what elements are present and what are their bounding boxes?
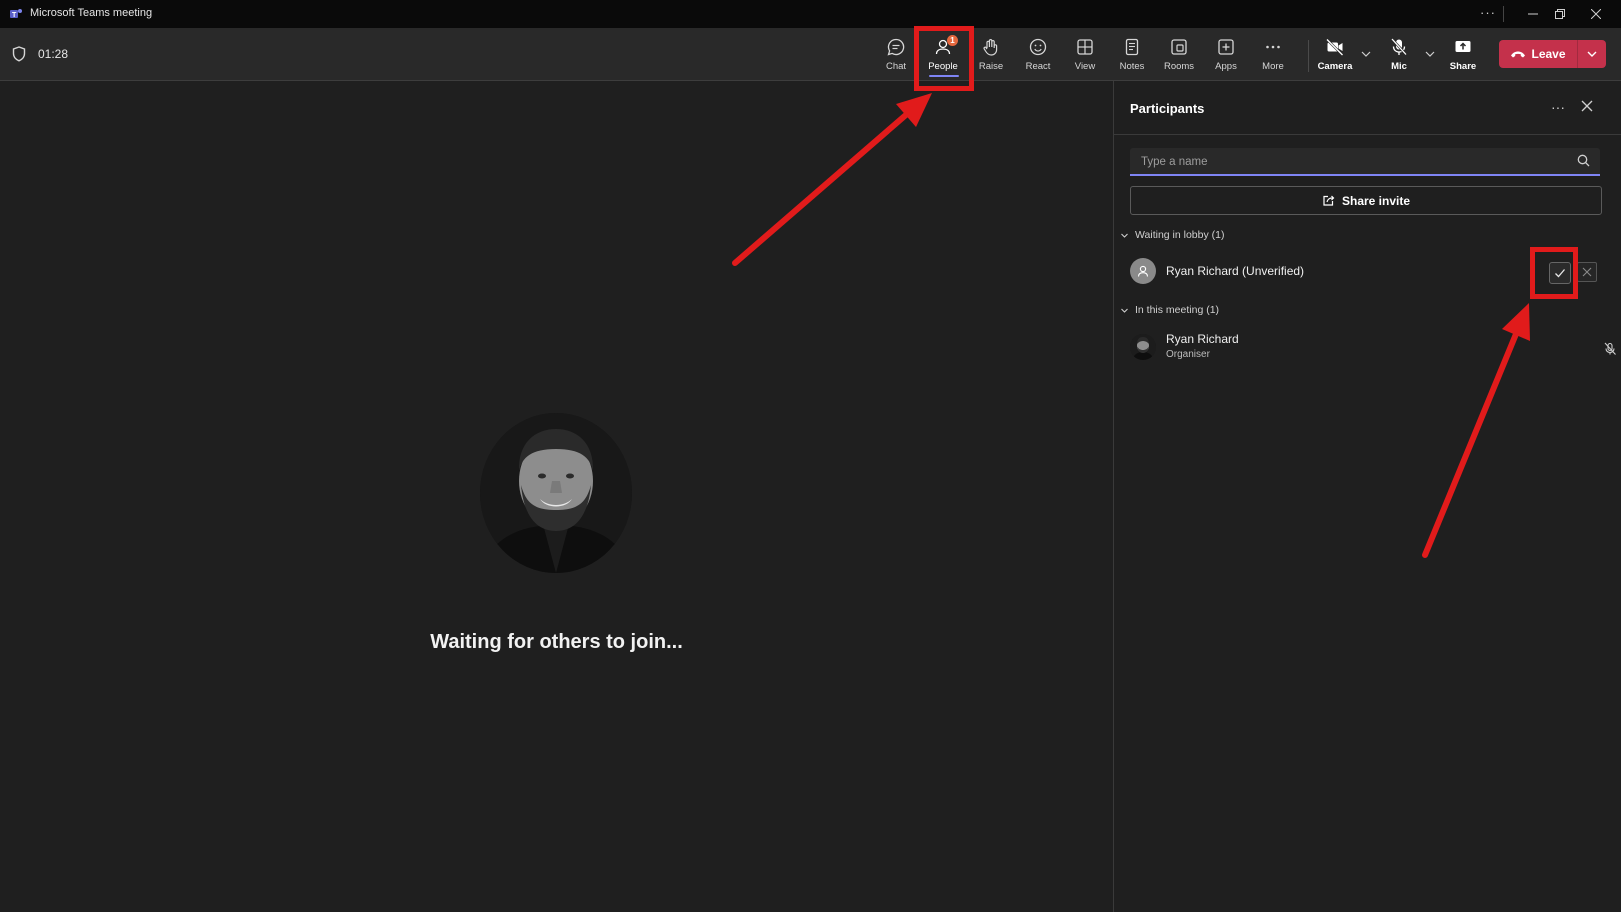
chat-label: Chat <box>885 61 907 72</box>
leave-button-group: Leave <box>1499 40 1606 68</box>
checkmark-icon <box>1555 269 1565 278</box>
view-grid-icon <box>1077 39 1093 55</box>
meeting-stage: Waiting for others to join... <box>0 81 1113 912</box>
restore-button[interactable] <box>1550 4 1570 24</box>
raise-label: Raise <box>978 61 1004 72</box>
window-titlebar: T Microsoft Teams meeting ··· <box>0 0 1621 28</box>
apps-icon <box>1218 39 1234 55</box>
share-label: Share <box>1449 61 1477 72</box>
meeting-participant-role: Organiser <box>1166 349 1210 360</box>
view-label: View <box>1074 61 1096 72</box>
rooms-icon <box>1171 39 1187 55</box>
restore-icon <box>1555 9 1565 19</box>
titlebar-divider <box>1503 6 1504 22</box>
panel-title: Participants <box>1130 101 1205 116</box>
raise-hand-icon <box>983 39 998 56</box>
teams-logo-icon: T <box>10 9 22 19</box>
window-title: Microsoft Teams meeting <box>30 7 153 19</box>
person-photo-icon <box>480 413 632 573</box>
people-active-indicator <box>929 75 959 77</box>
chevron-down-icon <box>1121 308 1128 313</box>
deny-button[interactable] <box>1577 262 1597 282</box>
shield-icon <box>12 46 26 62</box>
close-icon <box>1591 9 1601 19</box>
share-invite-button[interactable]: Share invite <box>1130 186 1602 215</box>
in-meeting-section-label: In this meeting (1) <box>1135 304 1220 316</box>
rooms-label: Rooms <box>1163 61 1195 72</box>
search-input[interactable] <box>1139 151 1563 173</box>
meeting-participant-row[interactable]: Ryan Richard Organiser <box>1130 332 1616 372</box>
mic-button[interactable]: Mic <box>1377 34 1421 76</box>
leave-label: Leave <box>1531 47 1566 61</box>
mic-options-chevron-icon[interactable] <box>1424 48 1436 60</box>
share-link-icon <box>1323 195 1335 206</box>
mic-off-icon <box>1604 342 1616 355</box>
person-placeholder-icon <box>1137 265 1149 277</box>
window-more-icon[interactable]: ··· <box>1480 5 1496 20</box>
more-button[interactable]: More <box>1251 34 1295 76</box>
meeting-toolbar: 01:28 Chat 1 People Raise React View Not… <box>0 28 1621 81</box>
chevron-down-icon <box>1587 51 1597 57</box>
camera-options-chevron-icon[interactable] <box>1360 48 1372 60</box>
participants-panel: Participants ··· Share invite Waiting in… <box>1113 81 1621 912</box>
lobby-section-label: Waiting in lobby (1) <box>1135 229 1225 241</box>
more-label: More <box>1262 61 1284 72</box>
mic-off-icon <box>1391 38 1407 56</box>
participant-search <box>1130 148 1600 176</box>
camera-button[interactable]: Camera <box>1313 34 1357 76</box>
chat-button[interactable]: Chat <box>874 34 918 76</box>
apps-button[interactable]: Apps <box>1204 34 1248 76</box>
react-label: React <box>1025 61 1051 72</box>
react-emoji-icon <box>1029 38 1047 56</box>
waiting-message: Waiting for others to join... <box>430 631 683 653</box>
more-icon <box>1266 45 1280 49</box>
share-tray-icon <box>1455 41 1471 52</box>
panel-header-divider <box>1114 134 1621 135</box>
leave-button[interactable]: Leave <box>1499 40 1577 68</box>
raise-hand-button[interactable]: Raise <box>969 34 1013 76</box>
admit-button[interactable] <box>1549 262 1571 284</box>
chevron-down-icon <box>1121 233 1128 238</box>
search-icon <box>1577 154 1590 167</box>
notes-label: Notes <box>1119 61 1145 72</box>
notes-icon <box>1125 38 1139 56</box>
share-invite-label: Share invite <box>1341 193 1411 208</box>
phone-hangup-icon <box>1511 51 1526 58</box>
panel-close-icon[interactable] <box>1581 100 1593 112</box>
lobby-section-header[interactable]: Waiting in lobby (1) <box>1120 229 1224 241</box>
lobby-participant-name: Ryan Richard (Unverified) <box>1166 264 1305 278</box>
person-photo-icon <box>1130 334 1156 360</box>
share-button[interactable]: Share <box>1441 34 1485 76</box>
leave-options-button[interactable] <box>1578 40 1606 68</box>
svg-text:T: T <box>12 12 17 19</box>
minimize-icon <box>1528 13 1538 15</box>
avatar <box>1130 258 1156 284</box>
minimize-button[interactable] <box>1523 4 1543 24</box>
view-button[interactable]: View <box>1063 34 1107 76</box>
self-avatar-photo <box>480 413 632 573</box>
chat-icon <box>887 38 905 56</box>
camera-off-icon <box>1326 38 1344 56</box>
people-notification-badge: 1 <box>947 35 958 46</box>
meeting-participant-name: Ryan Richard <box>1166 332 1239 346</box>
mic-label: Mic <box>1391 61 1407 72</box>
panel-more-icon[interactable]: ··· <box>1551 99 1565 115</box>
meeting-timer: 01:28 <box>38 47 69 61</box>
lobby-participant-row[interactable]: Ryan Richard (Unverified) <box>1130 258 1610 298</box>
react-button[interactable]: React <box>1016 34 1060 76</box>
rooms-button[interactable]: Rooms <box>1157 34 1201 76</box>
apps-label: Apps <box>1215 61 1237 72</box>
in-meeting-section-header[interactable]: In this meeting (1) <box>1120 304 1219 316</box>
camera-label: Camera <box>1317 61 1353 72</box>
notes-button[interactable]: Notes <box>1110 34 1154 76</box>
toolbar-divider <box>1308 40 1309 72</box>
people-label: People <box>928 61 958 72</box>
close-icon <box>1582 267 1592 277</box>
close-window-button[interactable] <box>1586 4 1606 24</box>
avatar <box>1130 334 1156 360</box>
people-button[interactable]: 1 People <box>921 34 965 77</box>
